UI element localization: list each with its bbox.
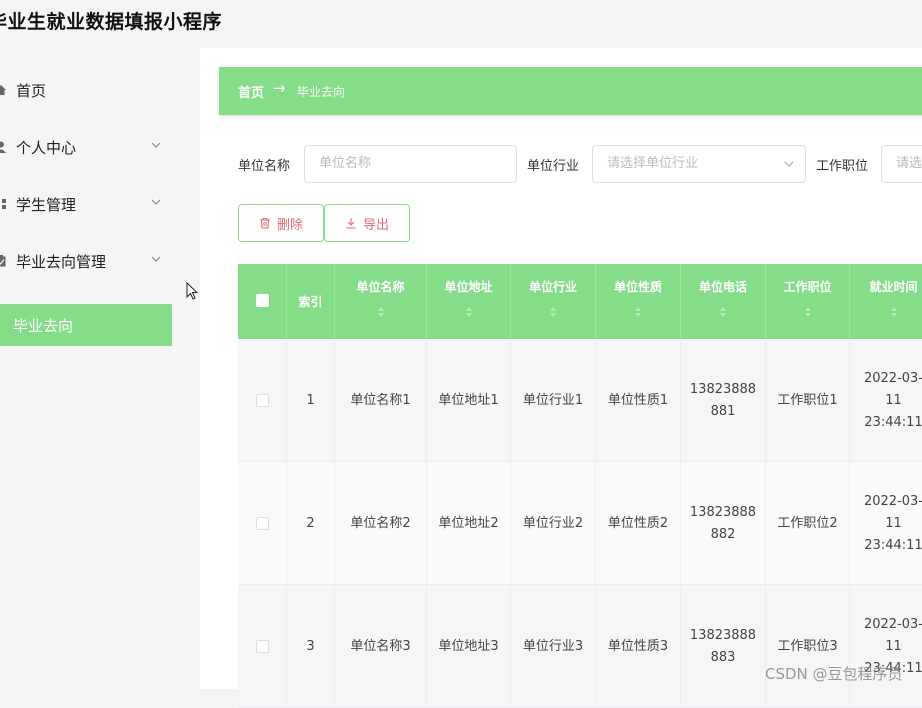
sidebar-menu: 首页 个人中心 学生管理 毕业去向管理 毕业去向 — [0, 62, 172, 346]
sort-icon — [804, 307, 811, 317]
cell-employment-time: 2022-03-11 23:44:11 — [850, 462, 922, 585]
breadcrumb: 首页 → 毕业去向 — [219, 67, 922, 115]
breadcrumb-current: 毕业去向 — [297, 85, 346, 99]
table-row[interactable]: 3 单位名称3 单位地址3 单位行业3 单位性质3 13823888883 工作… — [238, 585, 922, 708]
column-header-employment-time[interactable]: 就业时间 — [850, 264, 922, 339]
cell-unit-name: 单位名称2 — [335, 462, 427, 585]
sort-icon — [890, 307, 897, 317]
user-icon — [0, 141, 6, 153]
column-header-index: 索引 — [287, 264, 335, 339]
home-icon — [0, 85, 6, 95]
export-button-label: 导出 — [362, 216, 389, 232]
sidebar-subitem-graduation-destination[interactable]: 毕业去向 — [0, 304, 172, 346]
top-bar: 毕业生就业数据填报小程序 — [0, 0, 922, 48]
cell-industry: 单位行业3 — [511, 585, 596, 708]
table-row[interactable]: 2 单位名称2 单位地址2 单位行业2 单位性质2 13823888882 工作… — [238, 462, 922, 585]
sort-icon — [720, 307, 726, 317]
position-select[interactable]: 请选择 — [881, 145, 922, 183]
cell-index: 1 — [287, 339, 335, 462]
checkbox-box — [256, 294, 269, 307]
cell-nature: 单位性质1 — [596, 339, 681, 462]
cell-employment-time: 2022-03-11 23:44:11 — [850, 585, 922, 708]
table-header: 索引 单位名称 单位地址 单位行业 单位性质 单位电话 工作职位 就业时间 — [238, 264, 922, 339]
cell-unit-address: 单位地址1 — [427, 339, 511, 462]
column-header-unit-name[interactable]: 单位名称 — [335, 264, 427, 339]
sidebar-item-label: 个人中心 — [16, 139, 77, 157]
sort-icon — [465, 307, 472, 317]
delete-button-label: 删除 — [276, 216, 303, 232]
main-content: 首页 → 毕业去向 单位名称 单位名称 单位行业 请选择单位行业 工作职位 请选… — [200, 48, 922, 708]
chevron-down-icon — [151, 256, 161, 262]
clipboard-icon — [0, 255, 6, 267]
checkbox-box — [255, 394, 269, 407]
cell-nature: 单位性质2 — [596, 462, 681, 585]
column-header-unit-address[interactable]: 单位地址 — [427, 264, 511, 339]
cell-employment-time: 2022-03-11 23:44:11 — [850, 339, 922, 462]
sidebar-item-label: 首页 — [16, 82, 47, 100]
breadcrumb-separator-arrow: → — [273, 79, 286, 97]
cell-industry: 单位行业2 — [511, 462, 596, 585]
cell-phone: 13823888883 — [681, 585, 766, 708]
delete-button[interactable]: 删除 — [238, 204, 324, 242]
row-checkbox[interactable] — [238, 585, 287, 708]
cell-unit-name: 单位名称1 — [335, 339, 427, 462]
sort-icon — [377, 307, 384, 317]
checkbox-box — [255, 517, 269, 530]
table-row[interactable]: 1 单位名称1 单位地址1 单位行业1 单位性质1 13823888881 工作… — [238, 339, 922, 462]
sidebar-item-label: 毕业去向管理 — [16, 253, 107, 271]
industry-label: 单位行业 — [527, 159, 580, 174]
cell-position: 工作职位1 — [766, 339, 850, 462]
sidebar-item-graduation-destination-management[interactable]: 毕业去向管理 — [0, 233, 172, 290]
cell-position: 工作职位2 — [766, 462, 850, 585]
column-header-phone[interactable]: 单位电话 — [681, 264, 766, 339]
industry-select[interactable]: 请选择单位行业 — [592, 145, 806, 183]
cell-phone: 13823888881 — [681, 339, 766, 462]
column-header-position[interactable]: 工作职位 — [766, 264, 850, 339]
sidebar: 首页 个人中心 学生管理 毕业去向管理 毕业去向 — [0, 48, 200, 689]
chevron-down-icon — [151, 142, 161, 148]
column-header-industry[interactable]: 单位行业 — [511, 264, 596, 339]
sort-icon — [550, 307, 556, 317]
checkbox-box — [255, 640, 269, 653]
sidebar-subitem-label: 毕业去向 — [13, 317, 74, 335]
row-checkbox[interactable] — [238, 339, 287, 462]
chevron-down-icon — [151, 199, 161, 205]
grid-icon — [2, 199, 6, 209]
unit-name-label: 单位名称 — [238, 159, 291, 174]
sidebar-item-student-management[interactable]: 学生管理 — [0, 176, 172, 233]
sort-icon — [635, 307, 641, 317]
cell-unit-address: 单位地址3 — [427, 585, 511, 708]
row-checkbox[interactable] — [238, 462, 287, 585]
trash-icon — [259, 217, 270, 229]
cell-nature: 单位性质3 — [596, 585, 681, 708]
cell-unit-name: 单位名称3 — [335, 585, 427, 708]
cell-index: 3 — [287, 585, 335, 708]
industry-select-placeholder: 请选择单位行业 — [607, 156, 699, 171]
column-header-nature[interactable]: 单位性质 — [596, 264, 681, 339]
breadcrumb-home[interactable]: 首页 — [238, 82, 264, 101]
position-select-placeholder: 请选择 — [896, 156, 922, 171]
position-label: 工作职位 — [816, 159, 869, 174]
watermark: CSDN @豆包程序员 — [765, 665, 903, 683]
sidebar-item-home[interactable]: 首页 — [0, 62, 172, 119]
cell-index: 2 — [287, 462, 335, 585]
select-all-checkbox[interactable] — [238, 264, 287, 339]
app-title: 毕业生就业数据填报小程序 — [0, 11, 223, 33]
export-button[interactable]: 导出 — [324, 204, 410, 242]
cell-unit-address: 单位地址2 — [427, 462, 511, 585]
unit-name-input[interactable]: 单位名称 — [304, 145, 517, 183]
sidebar-item-label: 学生管理 — [16, 196, 77, 214]
sidebar-item-personal-center[interactable]: 个人中心 — [0, 119, 172, 176]
mouse-pointer-icon — [186, 282, 199, 300]
download-icon — [346, 218, 356, 229]
cell-position: 工作职位3 — [766, 585, 850, 708]
cell-industry: 单位行业1 — [511, 339, 596, 462]
cell-phone: 13823888882 — [681, 462, 766, 585]
chevron-down-icon — [784, 161, 794, 167]
